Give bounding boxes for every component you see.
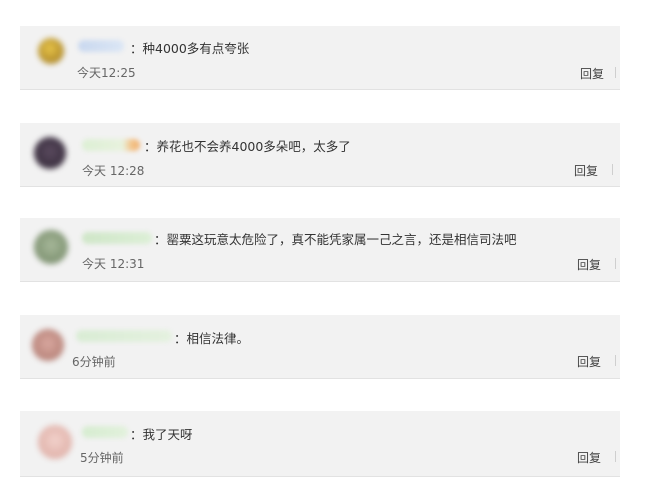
username-blurred[interactable] [82, 139, 140, 151]
comment-card: ：相信法律。 6分钟前 回复 [20, 315, 620, 379]
reply-button[interactable]: 回复 [577, 256, 601, 273]
reply-button[interactable]: 回复 [577, 353, 601, 370]
comment-card: ：罂粟这玩意太危险了，真不能凭家属一己之言，还是相信司法吧 今天 12:31 回… [20, 218, 620, 282]
divider [615, 355, 616, 366]
comment-card: ：养花也不会养4000多朵吧，太多了 今天 12:28 回复 [20, 123, 620, 187]
comment-time: 今天 12:28 [82, 164, 145, 178]
username-blurred[interactable] [76, 330, 172, 342]
comment-text: ：罂粟这玩意太危险了，真不能凭家属一己之言，还是相信司法吧 [154, 232, 517, 247]
comment-time: 6分钟前 [72, 355, 116, 369]
comment-card: ：种4000多有点夸张 今天12:25 回复 [20, 26, 620, 90]
comment-time: 今天12:25 [77, 66, 136, 80]
avatar[interactable] [38, 425, 72, 459]
avatar[interactable] [38, 38, 64, 64]
reply-button[interactable]: 回复 [577, 449, 601, 466]
divider [615, 258, 616, 269]
username-blurred[interactable] [82, 232, 152, 244]
divider [615, 451, 616, 462]
username-blurred[interactable] [82, 426, 128, 438]
avatar[interactable] [32, 329, 64, 361]
comment-time: 5分钟前 [80, 451, 124, 465]
comment-text: ：种4000多有点夸张 [130, 41, 250, 56]
comment-text: ：相信法律。 [174, 331, 250, 346]
divider [612, 164, 613, 175]
comment-text: ：我了天呀 [130, 427, 193, 442]
avatar[interactable] [34, 230, 68, 264]
avatar[interactable] [34, 137, 66, 169]
username-blurred[interactable] [78, 40, 124, 52]
comment-card: ：我了天呀 5分钟前 回复 [20, 411, 620, 477]
divider [615, 67, 616, 78]
comment-text: ：养花也不会养4000多朵吧，太多了 [144, 139, 351, 154]
reply-button[interactable]: 回复 [580, 65, 604, 82]
reply-button[interactable]: 回复 [574, 162, 598, 179]
comment-time: 今天 12:31 [82, 257, 145, 271]
